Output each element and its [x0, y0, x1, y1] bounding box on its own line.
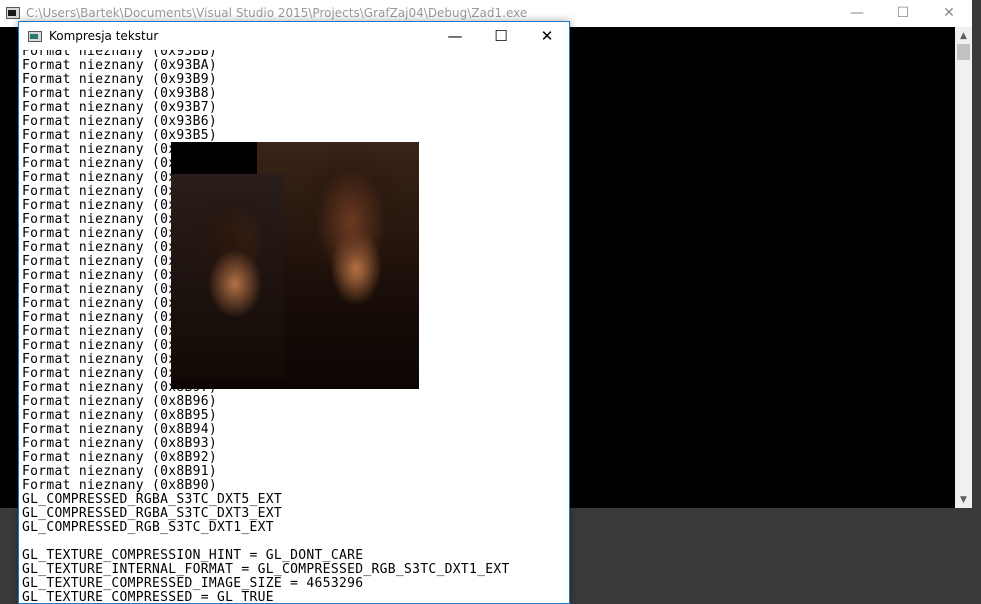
text-line: GL_COMPRESSED_RGB_S3TC_DXT1_EXT: [22, 520, 274, 535]
console-title: C:\Users\Bartek\Documents\Visual Studio …: [26, 6, 528, 20]
text-line: Format nieznany (0x93B9): [22, 72, 218, 87]
text-line: GL_TEXTURE_COMPRESSION_HINT = GL_DONT_CA…: [22, 548, 364, 563]
text-line: GL_TEXTURE_COMPRESSED = GL_TRUE: [22, 590, 274, 604]
texture-image-mipmap: [171, 174, 284, 380]
console-vertical-scrollbar[interactable]: ▲ ▼: [955, 27, 972, 508]
texture-image-black-region: [171, 142, 257, 174]
text-line: Format nieznany (0x93B8): [22, 86, 218, 101]
glut-maximize-button[interactable]: ☐: [478, 22, 524, 50]
glut-render-area[interactable]: Format nieznany (0x93BB) Format nieznany …: [19, 50, 569, 604]
console-maximize-button[interactable]: ☐: [880, 0, 926, 26]
text-line: GL_COMPRESSED_RGBA_S3TC_DXT3_EXT: [22, 506, 283, 521]
text-line: Format nieznany (0x93B6): [22, 114, 218, 129]
console-minimize-button[interactable]: —: [834, 0, 880, 26]
text-line: GL_TEXTURE_INTERNAL_FORMAT = GL_COMPRESS…: [22, 562, 510, 577]
scroll-down-arrow-icon[interactable]: ▼: [955, 491, 972, 508]
text-line: Format nieznany (0x8B91): [22, 464, 218, 479]
text-line: GL_TEXTURE_COMPRESSED_IMAGE_SIZE = 46532…: [22, 576, 364, 591]
text-line: Format nieznany (0x93B7): [22, 100, 218, 115]
glut-minimize-button[interactable]: —: [432, 22, 478, 50]
text-line: GL_COMPRESSED_RGBA_S3TC_DXT5_EXT: [22, 492, 283, 507]
text-line: Format nieznany (0x8B94): [22, 422, 218, 437]
text-line: Format nieznany (0x8B90): [22, 478, 218, 493]
text-line: Format nieznany (0x8B96): [22, 394, 218, 409]
glut-app-icon: [28, 30, 42, 42]
scroll-up-arrow-icon[interactable]: ▲: [955, 27, 972, 44]
text-line: Format nieznany (0x93BA): [22, 58, 218, 73]
glut-close-button[interactable]: ✕: [524, 22, 569, 50]
text-line: Format nieznany (0x8B95): [22, 408, 218, 423]
text-line: Format nieznany (0x93B5): [22, 128, 218, 143]
scrollbar-thumb[interactable]: [957, 44, 970, 60]
glut-titlebar[interactable]: Kompresja tekstur — ☐ ✕: [19, 22, 569, 50]
glut-window-title: Kompresja tekstur: [49, 29, 159, 43]
console-close-button[interactable]: ✕: [926, 0, 972, 26]
text-line: Format nieznany (0x8B93): [22, 436, 218, 451]
text-line: [22, 535, 569, 549]
text-line: Format nieznany (0x8B92): [22, 450, 218, 465]
console-app-icon: [6, 7, 20, 19]
glut-window: Kompresja tekstur — ☐ ✕ Format nieznany …: [18, 21, 570, 604]
